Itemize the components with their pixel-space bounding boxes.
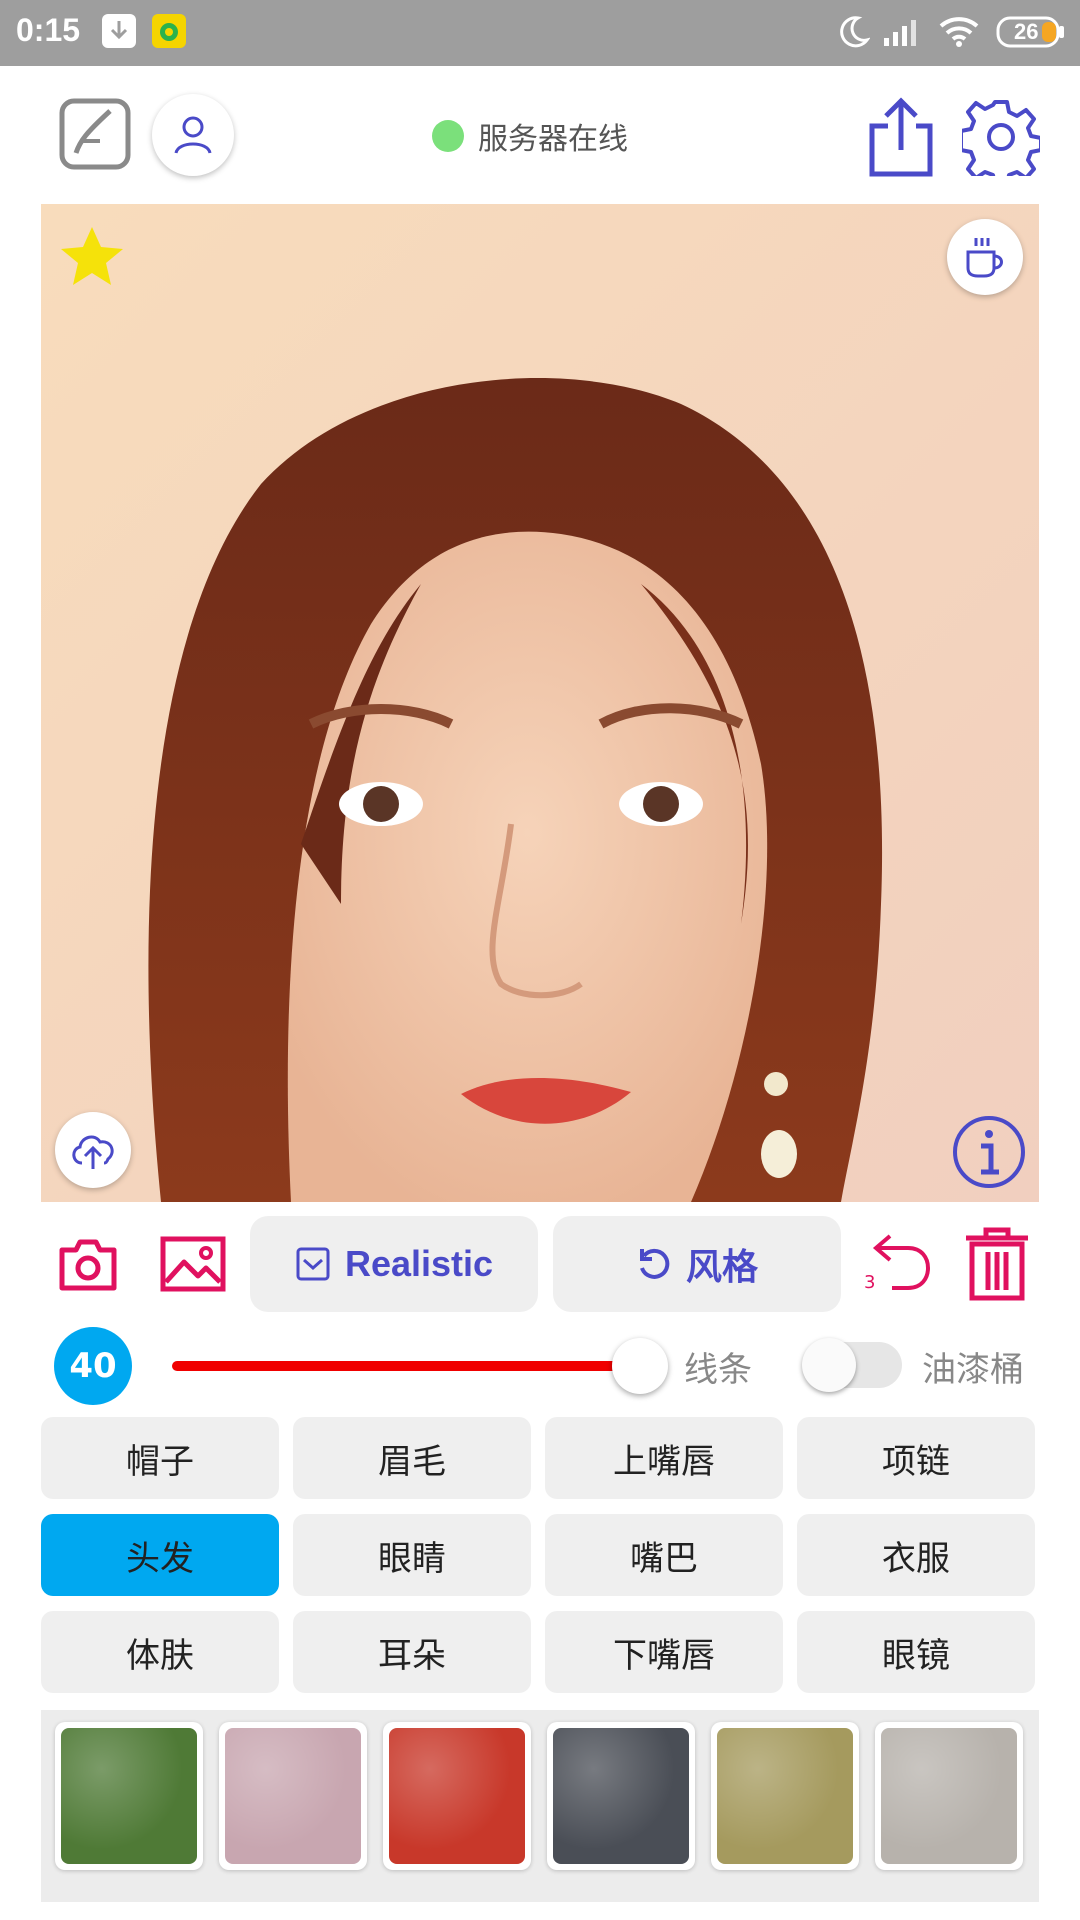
texture-strip bbox=[41, 1710, 1039, 1902]
category-label: 帽子 bbox=[126, 1441, 194, 1482]
category-necklace[interactable]: 项链 bbox=[797, 1417, 1035, 1499]
delete-button[interactable] bbox=[962, 1226, 1032, 1302]
user-icon bbox=[174, 116, 212, 154]
share-icon bbox=[869, 97, 933, 177]
user-button[interactable] bbox=[152, 94, 234, 176]
camera-icon bbox=[59, 1239, 117, 1291]
model-label: Realistic bbox=[344, 1243, 494, 1284]
category-label: 体肤 bbox=[126, 1635, 194, 1676]
download-icon bbox=[102, 14, 136, 48]
coffee-icon bbox=[966, 238, 1003, 278]
coffee-button[interactable] bbox=[947, 219, 1023, 295]
settings-button[interactable] bbox=[959, 98, 1043, 187]
category-eyebrows[interactable]: 眉毛 bbox=[293, 1417, 531, 1499]
brush-size-slider-track[interactable] bbox=[172, 1361, 642, 1371]
category-upper-lip[interactable]: 上嘴唇 bbox=[545, 1417, 783, 1499]
share-button[interactable] bbox=[866, 96, 938, 178]
info-icon bbox=[953, 1116, 1025, 1188]
camera-button[interactable] bbox=[58, 1236, 118, 1292]
category-label: 嘴巴 bbox=[630, 1538, 698, 1579]
cloud-upload-icon bbox=[72, 1135, 114, 1169]
texture-swatch bbox=[225, 1728, 361, 1864]
texture-thumb-4[interactable] bbox=[547, 1722, 695, 1870]
star-icon bbox=[61, 227, 123, 285]
gear-icon bbox=[959, 100, 1043, 187]
category-ears[interactable]: 耳朵 bbox=[293, 1611, 531, 1693]
gallery-icon bbox=[160, 1236, 226, 1292]
category-hat[interactable]: 帽子 bbox=[41, 1417, 279, 1499]
category-label: 眼睛 bbox=[378, 1538, 446, 1579]
category-label: 头发 bbox=[126, 1538, 194, 1579]
battery-level: 26 bbox=[1014, 19, 1039, 44]
model-select-button[interactable]: Realistic bbox=[250, 1216, 538, 1312]
gallery-button[interactable] bbox=[160, 1236, 226, 1292]
style-button[interactable]: 风格 bbox=[553, 1216, 841, 1312]
undo-count: 3 bbox=[864, 1272, 876, 1293]
edit-sketch-icon bbox=[59, 98, 131, 170]
category-label: 上嘴唇 bbox=[613, 1441, 715, 1482]
trash-icon bbox=[966, 1227, 1028, 1301]
status-time: 0:15 bbox=[16, 12, 81, 48]
category-mouth[interactable]: 嘴巴 bbox=[545, 1514, 783, 1596]
texture-thumb-2[interactable] bbox=[219, 1722, 367, 1870]
texture-swatch bbox=[717, 1728, 853, 1864]
upload-button[interactable] bbox=[55, 1112, 131, 1188]
texture-thumb-1[interactable] bbox=[55, 1722, 203, 1870]
category-lower-lip[interactable]: 下嘴唇 bbox=[545, 1611, 783, 1693]
category-glasses[interactable]: 眼镜 bbox=[797, 1611, 1035, 1693]
texture-swatch bbox=[553, 1728, 689, 1864]
checkbox-icon bbox=[296, 1247, 330, 1281]
signal-icon bbox=[882, 16, 922, 52]
refresh-icon bbox=[639, 1248, 670, 1279]
category-label: 下嘴唇 bbox=[613, 1635, 715, 1676]
wifi-icon bbox=[938, 14, 980, 52]
portrait-canvas[interactable] bbox=[41, 204, 1039, 1202]
sketch-mode-button[interactable] bbox=[58, 97, 132, 171]
texture-swatch bbox=[881, 1728, 1017, 1864]
favorite-button[interactable] bbox=[59, 224, 125, 292]
category-label: 衣服 bbox=[882, 1538, 950, 1579]
server-status-dot bbox=[432, 120, 464, 152]
undo-button[interactable]: 3 bbox=[862, 1232, 932, 1294]
texture-thumb-3[interactable] bbox=[383, 1722, 531, 1870]
moon-icon bbox=[836, 14, 871, 54]
category-label: 耳朵 bbox=[378, 1635, 446, 1676]
paint-bucket-toggle-knob[interactable] bbox=[802, 1338, 856, 1392]
brush-size-badge: 40 bbox=[54, 1327, 132, 1405]
category-label: 眉毛 bbox=[378, 1441, 446, 1482]
status-bar: 0:15 26 bbox=[0, 0, 1080, 66]
info-button[interactable] bbox=[951, 1114, 1027, 1194]
style-label: 风格 bbox=[685, 1246, 758, 1287]
brush-size-slider-thumb[interactable] bbox=[612, 1338, 668, 1394]
category-hair[interactable]: 头发 bbox=[41, 1514, 279, 1596]
battery-icon: 26 bbox=[996, 16, 1066, 48]
category-clothes[interactable]: 衣服 bbox=[797, 1514, 1035, 1596]
line-label: 线条 bbox=[684, 1350, 752, 1390]
texture-thumb-5[interactable] bbox=[711, 1722, 859, 1870]
music-app-icon bbox=[152, 14, 186, 48]
texture-swatch bbox=[61, 1728, 197, 1864]
category-label: 眼镜 bbox=[882, 1635, 950, 1676]
category-label: 项链 bbox=[882, 1441, 950, 1482]
category-skin[interactable]: 体肤 bbox=[41, 1611, 279, 1693]
server-status: 服务器在线 bbox=[432, 112, 628, 160]
portrait-image bbox=[41, 204, 1039, 1202]
texture-swatch bbox=[389, 1728, 525, 1864]
paint-bucket-label: 油漆桶 bbox=[922, 1350, 1024, 1390]
server-status-text: 服务器在线 bbox=[478, 122, 628, 157]
category-eyes[interactable]: 眼睛 bbox=[293, 1514, 531, 1596]
texture-thumb-6[interactable] bbox=[875, 1722, 1023, 1870]
